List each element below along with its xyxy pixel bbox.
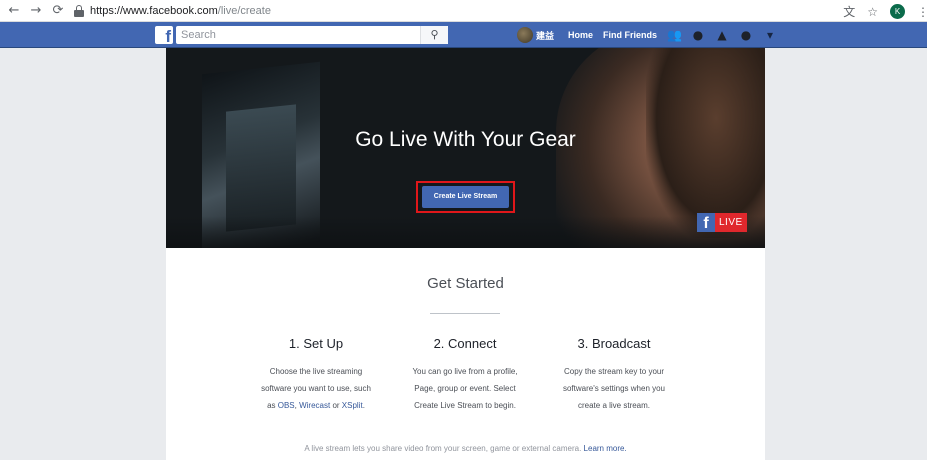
url-path: /live/create: [217, 4, 271, 17]
facebook-live-badge: f LIVE: [697, 213, 747, 232]
account-dropdown-icon[interactable]: ▾: [763, 28, 777, 42]
step-text-line: Create Live Stream to begin.: [414, 401, 516, 410]
search-icon[interactable]: ⚲: [420, 26, 448, 44]
browser-toolbar: ← → ⟳ https://www.facebook.com/live/crea…: [0, 0, 927, 22]
create-live-stream-button[interactable]: Create Live Stream: [422, 186, 509, 208]
step-title: 2. Connect: [433, 336, 497, 351]
step-text-line: You can go live from a profile,: [412, 367, 518, 376]
messenger-icon[interactable]: ●: [691, 28, 705, 42]
footnote: A live stream lets you share video from …: [304, 444, 627, 453]
step-text-line: create a live stream.: [577, 401, 651, 410]
star-icon[interactable]: ☆: [867, 5, 878, 19]
step-broadcast: 3. Broadcast Copy the stream key to your…: [539, 336, 689, 414]
home-link[interactable]: Home: [568, 30, 593, 40]
lock-icon[interactable]: [74, 4, 84, 17]
profile-avatar[interactable]: K: [890, 4, 905, 19]
obs-link[interactable]: OBS: [278, 401, 295, 410]
step-text-line: Page, group or event. Select: [414, 384, 516, 393]
hero-title: Go Live With Your Gear: [355, 128, 576, 151]
divider: [430, 313, 500, 314]
step-connect: 2. Connect You can go live from a profil…: [390, 336, 540, 414]
step-text-line: software you want to use, such: [261, 384, 371, 393]
url-host: https://www.facebook.com: [90, 4, 218, 17]
step-text-line: software's settings when you: [562, 384, 666, 393]
step-setup: 1. Set Up Choose the live streaming soft…: [241, 336, 391, 414]
facebook-logo-icon[interactable]: f: [155, 26, 173, 44]
notifications-bell-icon[interactable]: ▲: [715, 28, 729, 42]
step-text-line: as OBS, Wirecast or XSplit.: [267, 401, 365, 410]
friend-requests-icon[interactable]: 👥: [667, 28, 682, 42]
back-arrow-icon[interactable]: ←: [6, 3, 22, 19]
learn-more-link[interactable]: Learn more.: [584, 444, 627, 453]
get-started-section: Get Started 1. Set Up Choose the live st…: [166, 248, 765, 460]
reload-icon[interactable]: ⟳: [50, 3, 66, 19]
username-link[interactable]: 建益: [536, 29, 554, 42]
facebook-f-icon: f: [697, 213, 715, 232]
user-avatar[interactable]: [517, 27, 533, 43]
section-title: Get Started: [427, 275, 504, 292]
address-bar[interactable]: https://www.facebook.com/live/create: [90, 5, 271, 17]
step-title: 1. Set Up: [288, 336, 344, 351]
help-icon[interactable]: ●: [739, 28, 753, 42]
step-text-line: Choose the live streaming: [269, 367, 363, 376]
wirecast-link[interactable]: Wirecast: [299, 401, 330, 410]
hero-banner: Go Live With Your Gear Create Live Strea…: [166, 48, 765, 248]
menu-dots-icon[interactable]: ⋮: [917, 5, 927, 19]
translate-icon[interactable]: 文: [843, 3, 855, 20]
forward-arrow-icon[interactable]: →: [28, 3, 44, 19]
xsplit-link[interactable]: XSplit: [342, 401, 363, 410]
step-text-line: Copy the stream key to your: [563, 367, 665, 376]
search-input[interactable]: Search: [176, 26, 448, 44]
step-title: 3. Broadcast: [577, 336, 651, 351]
facebook-header: f Search ⚲ 建益 Home Find Friends 👥 ● ▲ ● …: [0, 22, 927, 48]
live-label: LIVE: [715, 213, 747, 232]
find-friends-link[interactable]: Find Friends: [603, 30, 657, 40]
